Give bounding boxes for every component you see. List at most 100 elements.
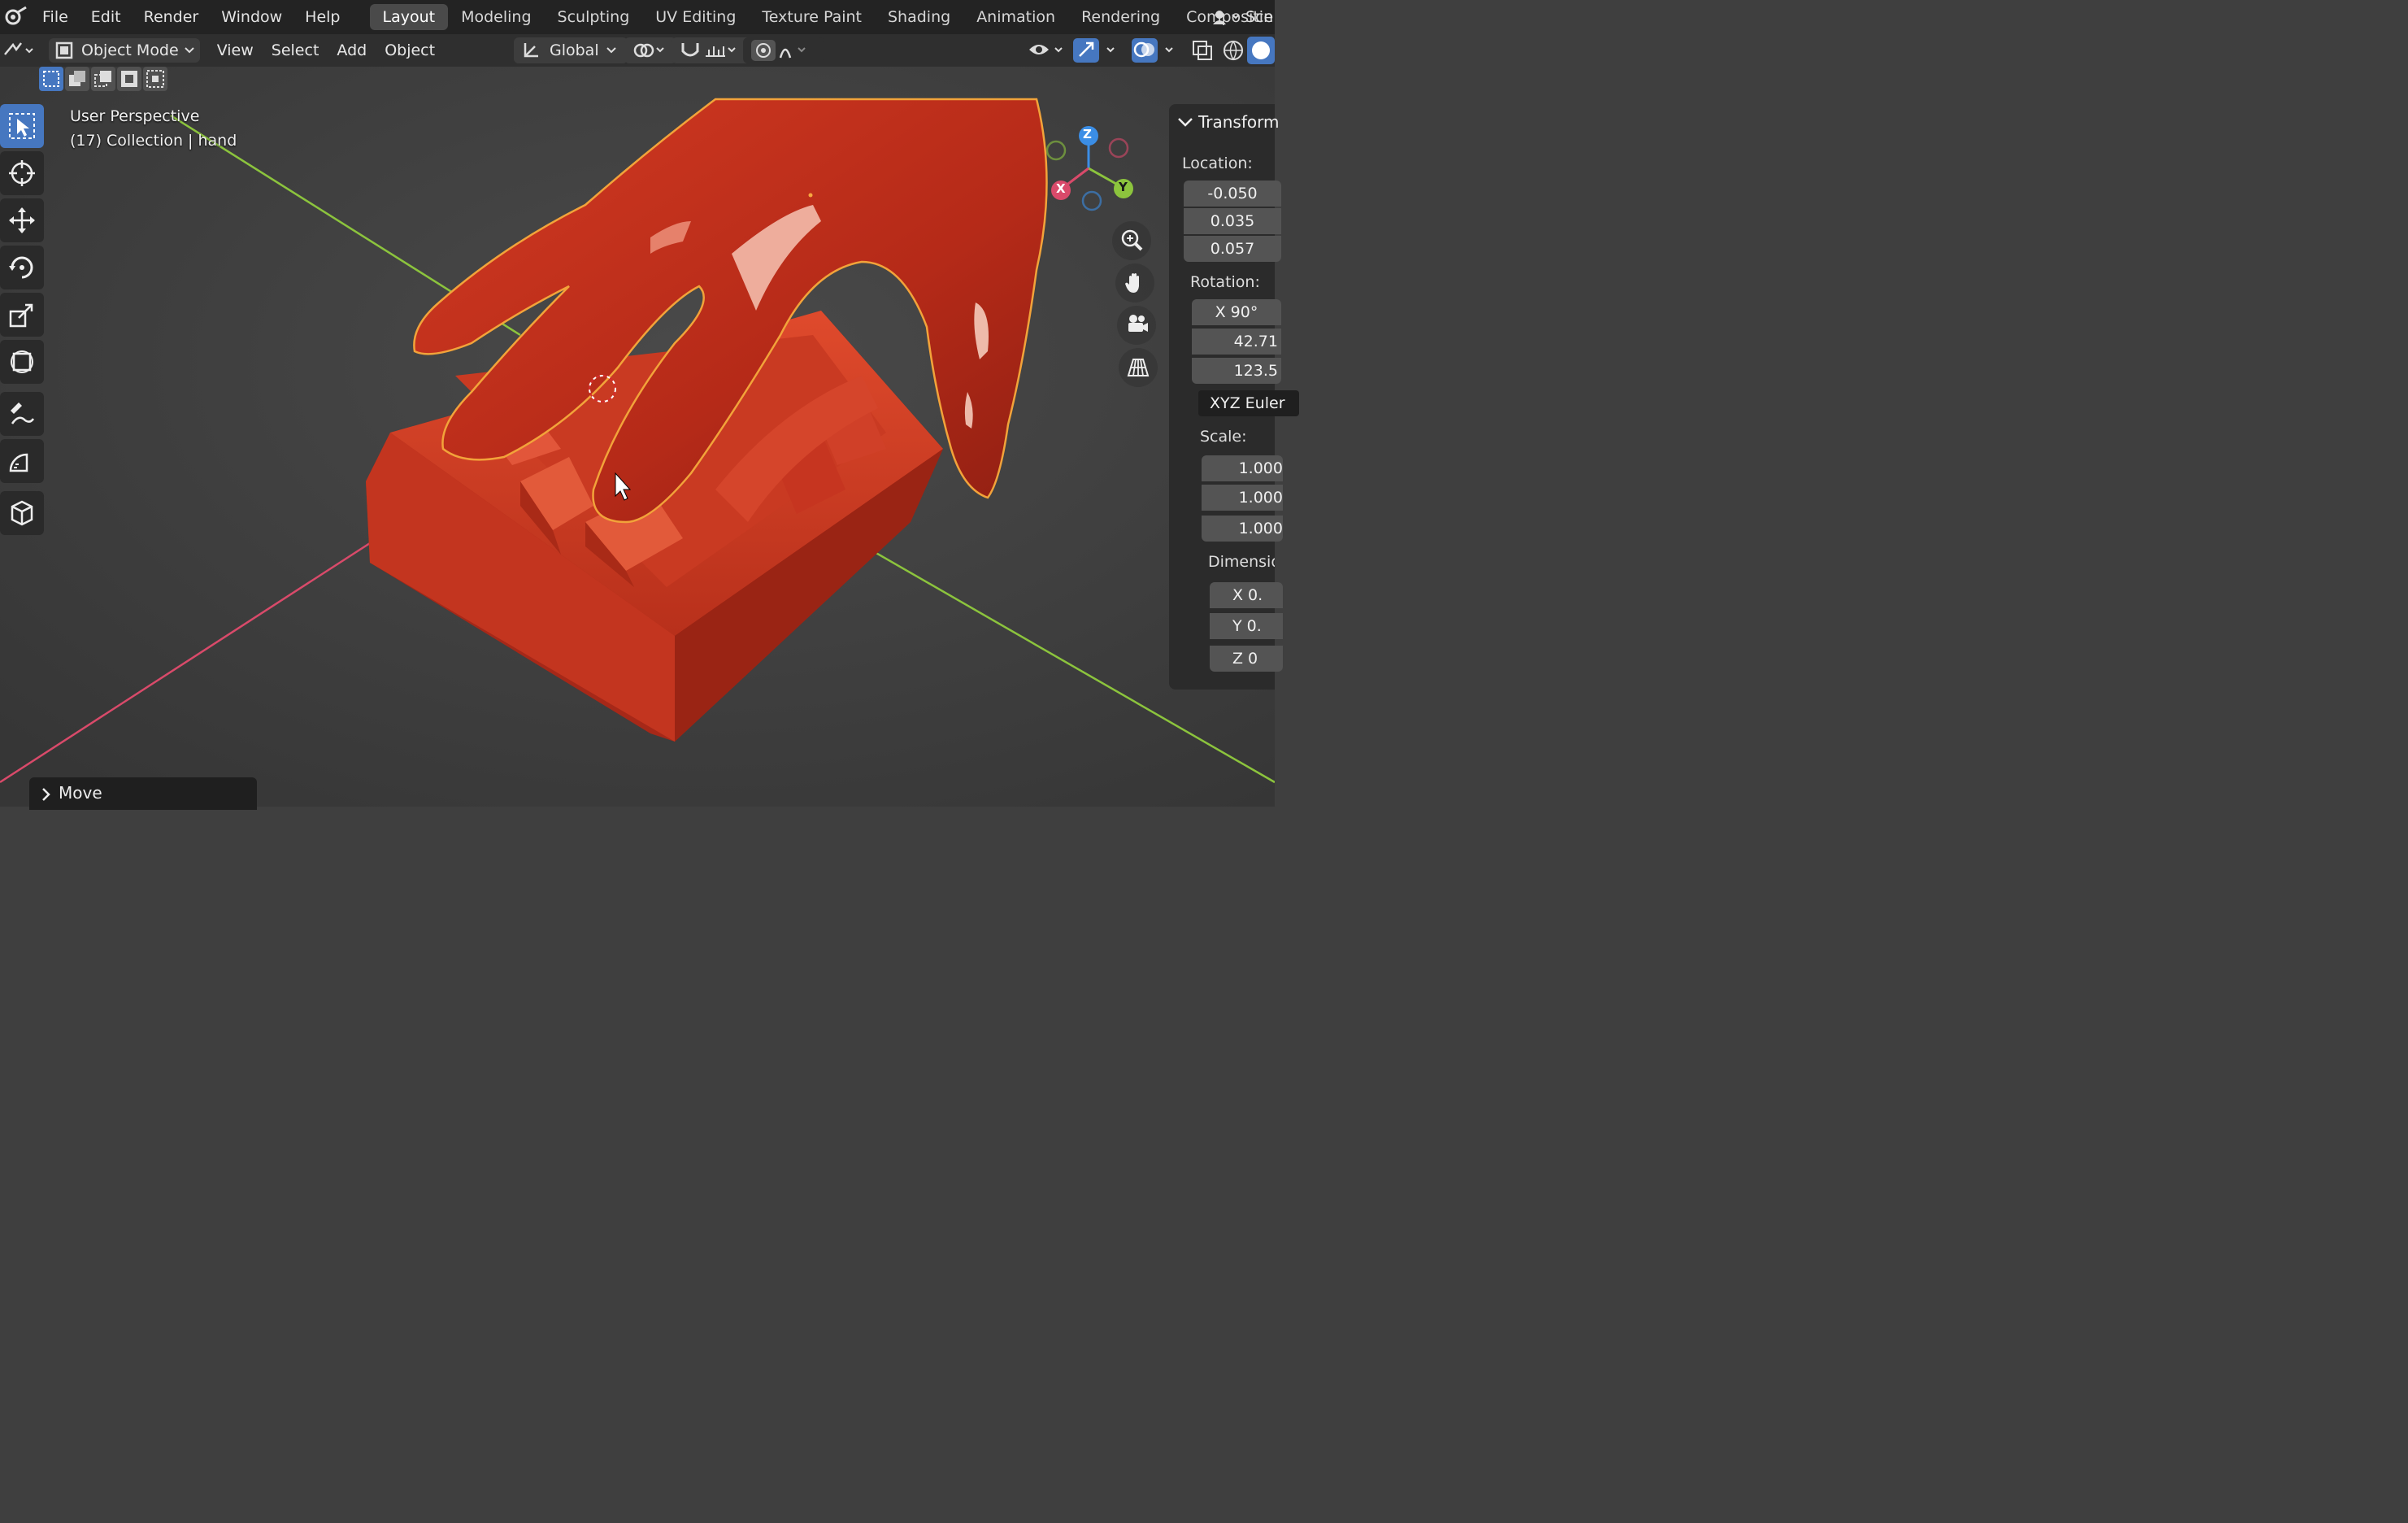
transform-icon xyxy=(11,350,33,373)
tab-modeling[interactable]: Modeling xyxy=(448,4,544,30)
select-extend-button[interactable] xyxy=(65,67,89,91)
rotation-x-field[interactable]: X 90° xyxy=(1192,299,1281,325)
annotate-tool-button[interactable] xyxy=(0,392,44,436)
rotate-tool-button[interactable] xyxy=(0,246,44,289)
tab-animation[interactable]: Animation xyxy=(963,4,1068,30)
perspective-toggle-button[interactable] xyxy=(1119,348,1158,387)
pivot-point-selector[interactable] xyxy=(624,37,676,63)
wireframe-shading-icon[interactable] xyxy=(1219,37,1247,64)
scale-z-field[interactable]: 1.000 xyxy=(1202,516,1283,542)
tab-sculpting[interactable]: Sculpting xyxy=(545,4,643,30)
scale-x-field[interactable]: 1.000 xyxy=(1202,455,1283,481)
gizmo-x-label[interactable]: X xyxy=(1056,181,1066,196)
tab-uv-editing[interactable]: UV Editing xyxy=(642,4,749,30)
measure-ruler-icon xyxy=(9,453,28,472)
menu-edit[interactable]: Edit xyxy=(80,0,133,34)
select-new-icon xyxy=(43,71,59,87)
gizmo-z-label[interactable]: Z xyxy=(1083,127,1092,141)
pan-button[interactable] xyxy=(1115,263,1154,302)
move-tool-button[interactable] xyxy=(0,198,44,242)
last-operator-panel[interactable]: Move xyxy=(29,777,257,810)
add-cube-icon xyxy=(11,500,33,526)
menu-help[interactable]: Help xyxy=(293,0,351,34)
location-x-field[interactable]: -0.050 xyxy=(1184,181,1281,207)
dimensions-y-field[interactable]: Y 0. xyxy=(1210,613,1283,639)
menu-window[interactable]: Window xyxy=(210,0,293,34)
menu-select[interactable]: Select xyxy=(263,34,328,67)
select-extend-icon xyxy=(69,71,85,86)
scene-selector-icon[interactable] xyxy=(1210,5,1242,29)
snap-magnet-icon[interactable] xyxy=(678,40,702,61)
select-tool-button[interactable] xyxy=(0,104,44,148)
add-cube-tool-button[interactable] xyxy=(0,491,44,535)
3d-viewport[interactable]: User Perspective (17) Collection | hand … xyxy=(0,67,1275,807)
object-origin xyxy=(808,193,813,198)
gizmo-y-label[interactable]: Y xyxy=(1119,180,1128,194)
rotation-mode-dropdown[interactable]: XYZ Euler xyxy=(1198,390,1299,416)
scale-label: Scale: xyxy=(1200,428,1247,446)
menu-view[interactable]: View xyxy=(208,34,263,67)
editor-type-icon[interactable] xyxy=(2,38,39,63)
dimensions-x-field[interactable]: X 0. xyxy=(1210,582,1283,608)
menu-object[interactable]: Object xyxy=(376,34,444,67)
solid-shading-icon[interactable] xyxy=(1247,37,1275,64)
measure-tool-button[interactable] xyxy=(0,439,44,483)
transform-panel-title[interactable]: Transform xyxy=(1198,112,1279,132)
annotate-pencil-icon xyxy=(11,403,35,424)
camera-icon xyxy=(1128,315,1148,332)
zoom-button[interactable] xyxy=(1112,221,1151,260)
mode-selector[interactable]: Object Mode xyxy=(49,38,200,63)
workspace-tabs: Layout Modeling Sculpting UV Editing Tex… xyxy=(369,0,1272,34)
camera-view-button[interactable] xyxy=(1117,306,1156,345)
snap-increment-icon[interactable] xyxy=(702,40,740,61)
rotation-z-field[interactable]: 123.5 xyxy=(1192,358,1281,384)
blender-logo-icon[interactable] xyxy=(2,2,31,32)
operator-label: Move xyxy=(59,783,102,803)
menu-render[interactable]: Render xyxy=(133,0,211,34)
cursor-crosshair-icon xyxy=(9,160,35,186)
tab-layout[interactable]: Layout xyxy=(369,4,449,30)
snapping-group xyxy=(672,37,753,63)
transform-tool-button[interactable] xyxy=(0,340,44,384)
gizmo-toggle-icon[interactable] xyxy=(1071,37,1120,64)
select-intersect-button[interactable] xyxy=(143,67,167,91)
navigation-gizmo[interactable]: Z Y X xyxy=(1044,124,1141,213)
mode-label: Object Mode xyxy=(81,41,179,59)
scale-y-field[interactable]: 1.000 xyxy=(1202,485,1283,511)
object-visibility-icon[interactable] xyxy=(1026,38,1065,63)
location-z-field[interactable]: 0.057 xyxy=(1184,236,1281,262)
scale-tool-button[interactable] xyxy=(0,293,44,337)
tool-shelf xyxy=(0,104,47,538)
xray-toggle-icon[interactable] xyxy=(1189,37,1216,64)
move-arrows-icon xyxy=(9,207,35,233)
select-subtract-button[interactable] xyxy=(91,67,115,91)
cursor-tool-button[interactable] xyxy=(0,151,44,195)
scene-name[interactable]: Sce xyxy=(1245,8,1275,26)
select-box-icon xyxy=(9,113,35,139)
selection-mode-buttons xyxy=(39,67,167,93)
select-invert-icon xyxy=(121,71,137,87)
chevron-down-icon xyxy=(606,47,616,54)
object-mode-icon xyxy=(55,41,73,59)
tab-texture-paint[interactable]: Texture Paint xyxy=(749,4,875,30)
falloff-curve-icon[interactable] xyxy=(777,40,810,61)
dimensions-label: Dimensions xyxy=(1208,553,1275,571)
orientation-axes-icon xyxy=(524,43,538,58)
rotation-y-field[interactable]: 42.71 xyxy=(1192,329,1281,355)
dimensions-z-field[interactable]: Z 0 xyxy=(1210,646,1283,672)
chevron-down-icon xyxy=(184,47,194,54)
viewport-collection-label: (17) Collection | hand xyxy=(70,132,237,150)
select-new-button[interactable] xyxy=(39,67,63,91)
menu-file[interactable]: File xyxy=(31,0,80,34)
overlays-toggle-icon[interactable] xyxy=(1130,37,1179,64)
transform-orientation-selector[interactable]: Global xyxy=(514,37,628,63)
menu-add[interactable]: Add xyxy=(328,34,376,67)
proportional-editing-icon[interactable] xyxy=(750,38,777,63)
chevron-down-icon[interactable] xyxy=(1177,117,1193,128)
viewport-header: Object Mode View Select Add Object Globa… xyxy=(0,34,1275,67)
location-y-field[interactable]: 0.035 xyxy=(1184,208,1281,234)
select-invert-button[interactable] xyxy=(117,67,141,91)
axis-gizmo xyxy=(1045,126,1133,211)
tab-shading[interactable]: Shading xyxy=(875,4,963,30)
tab-rendering[interactable]: Rendering xyxy=(1068,4,1173,30)
